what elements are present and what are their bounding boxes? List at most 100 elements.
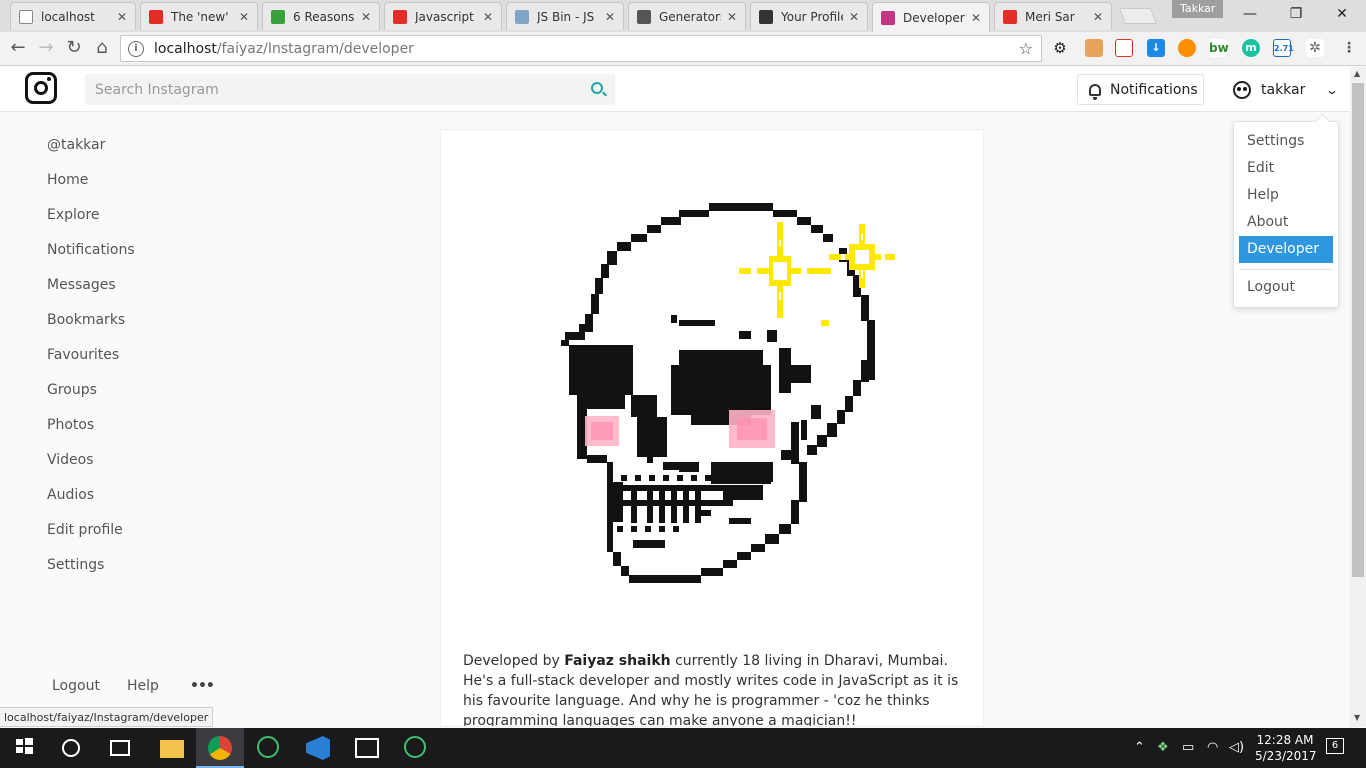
- close-window-icon[interactable]: ✕: [1319, 0, 1365, 28]
- sidebar-item[interactable]: Settings: [47, 557, 104, 573]
- bookmark-star-icon[interactable]: ☆: [1019, 39, 1033, 58]
- sidebar-item[interactable]: Bookmarks: [47, 312, 125, 328]
- chrome-icon[interactable]: [208, 736, 232, 760]
- settings-icon[interactable]: ✲: [1306, 39, 1324, 57]
- extension-icon[interactable]: [1085, 39, 1103, 57]
- chevron-down-icon[interactable]: ⌄: [1325, 83, 1339, 97]
- sidebar-item[interactable]: Audios: [47, 487, 94, 503]
- menu-item-logout[interactable]: Logout: [1239, 274, 1333, 301]
- tab-close-icon[interactable]: ✕: [727, 10, 737, 24]
- atom-icon[interactable]: [257, 736, 279, 758]
- back-icon[interactable]: ←: [6, 36, 30, 60]
- vscode-icon[interactable]: [306, 736, 330, 760]
- search-icon[interactable]: [591, 82, 603, 94]
- restore-icon[interactable]: ❐: [1273, 0, 1319, 28]
- sidebar-item[interactable]: Edit profile: [47, 522, 123, 538]
- sidebar-item[interactable]: Messages: [47, 277, 116, 293]
- sidebar-help-link[interactable]: Help: [127, 678, 159, 694]
- user-menu-toggle[interactable]: takkar ⌄: [1233, 75, 1339, 105]
- photos-icon[interactable]: [355, 738, 379, 758]
- reload-icon[interactable]: ↻: [62, 36, 86, 60]
- sidebar-item[interactable]: Favourites: [47, 347, 119, 363]
- info-icon[interactable]: i: [128, 40, 144, 57]
- home-icon[interactable]: ⌂: [90, 36, 114, 60]
- tab-close-icon[interactable]: ✕: [849, 10, 859, 24]
- scroll-down-icon[interactable]: ▼: [1354, 713, 1360, 722]
- dropbox-icon[interactable]: ❖: [1157, 740, 1169, 755]
- cortana-icon[interactable]: [62, 739, 80, 757]
- task-view-icon[interactable]: [110, 740, 130, 756]
- search-input[interactable]: [85, 74, 565, 105]
- file-explorer-icon[interactable]: [160, 740, 184, 758]
- system-clock[interactable]: 12:28 AM 5/23/2017: [1255, 732, 1317, 764]
- browser-tab[interactable]: The 'new' k ✕: [140, 2, 258, 30]
- vertical-scrollbar[interactable]: ▲ ▼: [1350, 67, 1366, 727]
- show-hidden-icons-icon[interactable]: ⌃: [1134, 740, 1145, 755]
- browser-tab[interactable]: Generators ✕: [628, 2, 746, 30]
- new-tab-button[interactable]: [1119, 8, 1157, 24]
- sidebar-item[interactable]: Videos: [47, 452, 94, 468]
- browser-tab[interactable]: 6 Reasons W ✕: [262, 2, 380, 30]
- badge-icon[interactable]: 2.71: [1273, 39, 1294, 57]
- tab-strip: localhost✕The 'new' k✕6 Reasons W✕Javasc…: [0, 0, 1366, 32]
- youtube-icon: [149, 9, 163, 24]
- menu-item[interactable]: Developer: [1239, 236, 1333, 263]
- wifi-icon[interactable]: ◠: [1207, 740, 1218, 755]
- sidebar-item[interactable]: Groups: [47, 382, 97, 398]
- scroll-up-icon[interactable]: ▲: [1354, 69, 1360, 78]
- menu-icon[interactable]: ⋮: [1340, 39, 1358, 57]
- browser-tab[interactable]: Your Profile ✕: [750, 2, 868, 30]
- tab-label: Meri Sar: [1025, 9, 1075, 24]
- minimize-icon[interactable]: —: [1227, 0, 1273, 28]
- menu-item[interactable]: Edit: [1239, 155, 1333, 182]
- tab-close-icon[interactable]: ✕: [361, 10, 371, 24]
- download-icon[interactable]: ↓: [1147, 39, 1165, 57]
- sidebar-item[interactable]: Photos: [47, 417, 94, 433]
- menu-item[interactable]: Settings: [1239, 128, 1333, 155]
- calendar-icon[interactable]: [1115, 39, 1133, 57]
- instagram-logo-icon[interactable]: [25, 72, 57, 104]
- menu-item[interactable]: Help: [1239, 182, 1333, 209]
- sidebar-item[interactable]: Explore: [47, 207, 100, 223]
- menu-item[interactable]: About: [1239, 209, 1333, 236]
- address-bar[interactable]: i localhost/faiyaz/Instagram/developer ☆: [120, 35, 1042, 62]
- volume-icon[interactable]: ◁): [1229, 740, 1244, 755]
- tab-close-icon[interactable]: ✕: [605, 10, 615, 24]
- battery-icon[interactable]: ▭: [1182, 740, 1194, 755]
- tab-close-icon[interactable]: ✕: [117, 10, 127, 24]
- scrollbar-thumb[interactable]: [1352, 83, 1364, 577]
- avatar: [1233, 81, 1251, 99]
- atom-icon[interactable]: [404, 736, 426, 758]
- action-center-icon[interactable]: 6: [1326, 738, 1344, 754]
- browser-tab[interactable]: Developer ✕: [872, 2, 990, 32]
- m-icon[interactable]: m: [1242, 39, 1260, 57]
- tab-close-icon[interactable]: ✕: [239, 10, 249, 24]
- sidebar-item[interactable]: Home: [47, 172, 88, 188]
- sidebar-item[interactable]: Notifications: [47, 242, 135, 258]
- bw-icon[interactable]: bw: [1209, 39, 1229, 57]
- profile-chip[interactable]: Takkar: [1172, 0, 1224, 18]
- tab-close-icon[interactable]: ✕: [971, 11, 981, 25]
- developer-bio: Developed by Faiyaz shaikh currently 18 …: [463, 651, 963, 726]
- tab-label: Your Profile: [781, 9, 843, 24]
- developer-name: Faiyaz shaikh: [564, 653, 671, 669]
- search-box[interactable]: [85, 74, 615, 105]
- url-path: /faiyaz/Instagram/developer: [216, 40, 414, 57]
- sidebar-item[interactable]: @takkar: [47, 137, 105, 153]
- browser-tab[interactable]: JS Bin - JS B ✕: [506, 2, 624, 30]
- windows-start-icon[interactable]: [14, 736, 38, 760]
- browser-tab[interactable]: Javascript E ✕: [384, 2, 502, 30]
- browser-tab[interactable]: Meri Sar ✕: [994, 2, 1112, 30]
- timer-icon: [271, 9, 285, 24]
- tab-label: The 'new' k: [171, 9, 233, 24]
- tab-close-icon[interactable]: ✕: [1093, 10, 1103, 24]
- settings-gear-icon[interactable]: ⚙: [1051, 39, 1069, 57]
- browser-tab[interactable]: localhost ✕: [10, 2, 136, 30]
- sidebar-logout-link[interactable]: Logout: [52, 678, 100, 694]
- extension-icon[interactable]: [1178, 39, 1196, 57]
- more-options-icon[interactable]: •••: [190, 678, 215, 694]
- tab-label: Javascript E: [415, 9, 477, 24]
- forward-icon[interactable]: →: [34, 36, 58, 60]
- notifications-button[interactable]: Notifications: [1077, 74, 1204, 105]
- tab-close-icon[interactable]: ✕: [483, 10, 493, 24]
